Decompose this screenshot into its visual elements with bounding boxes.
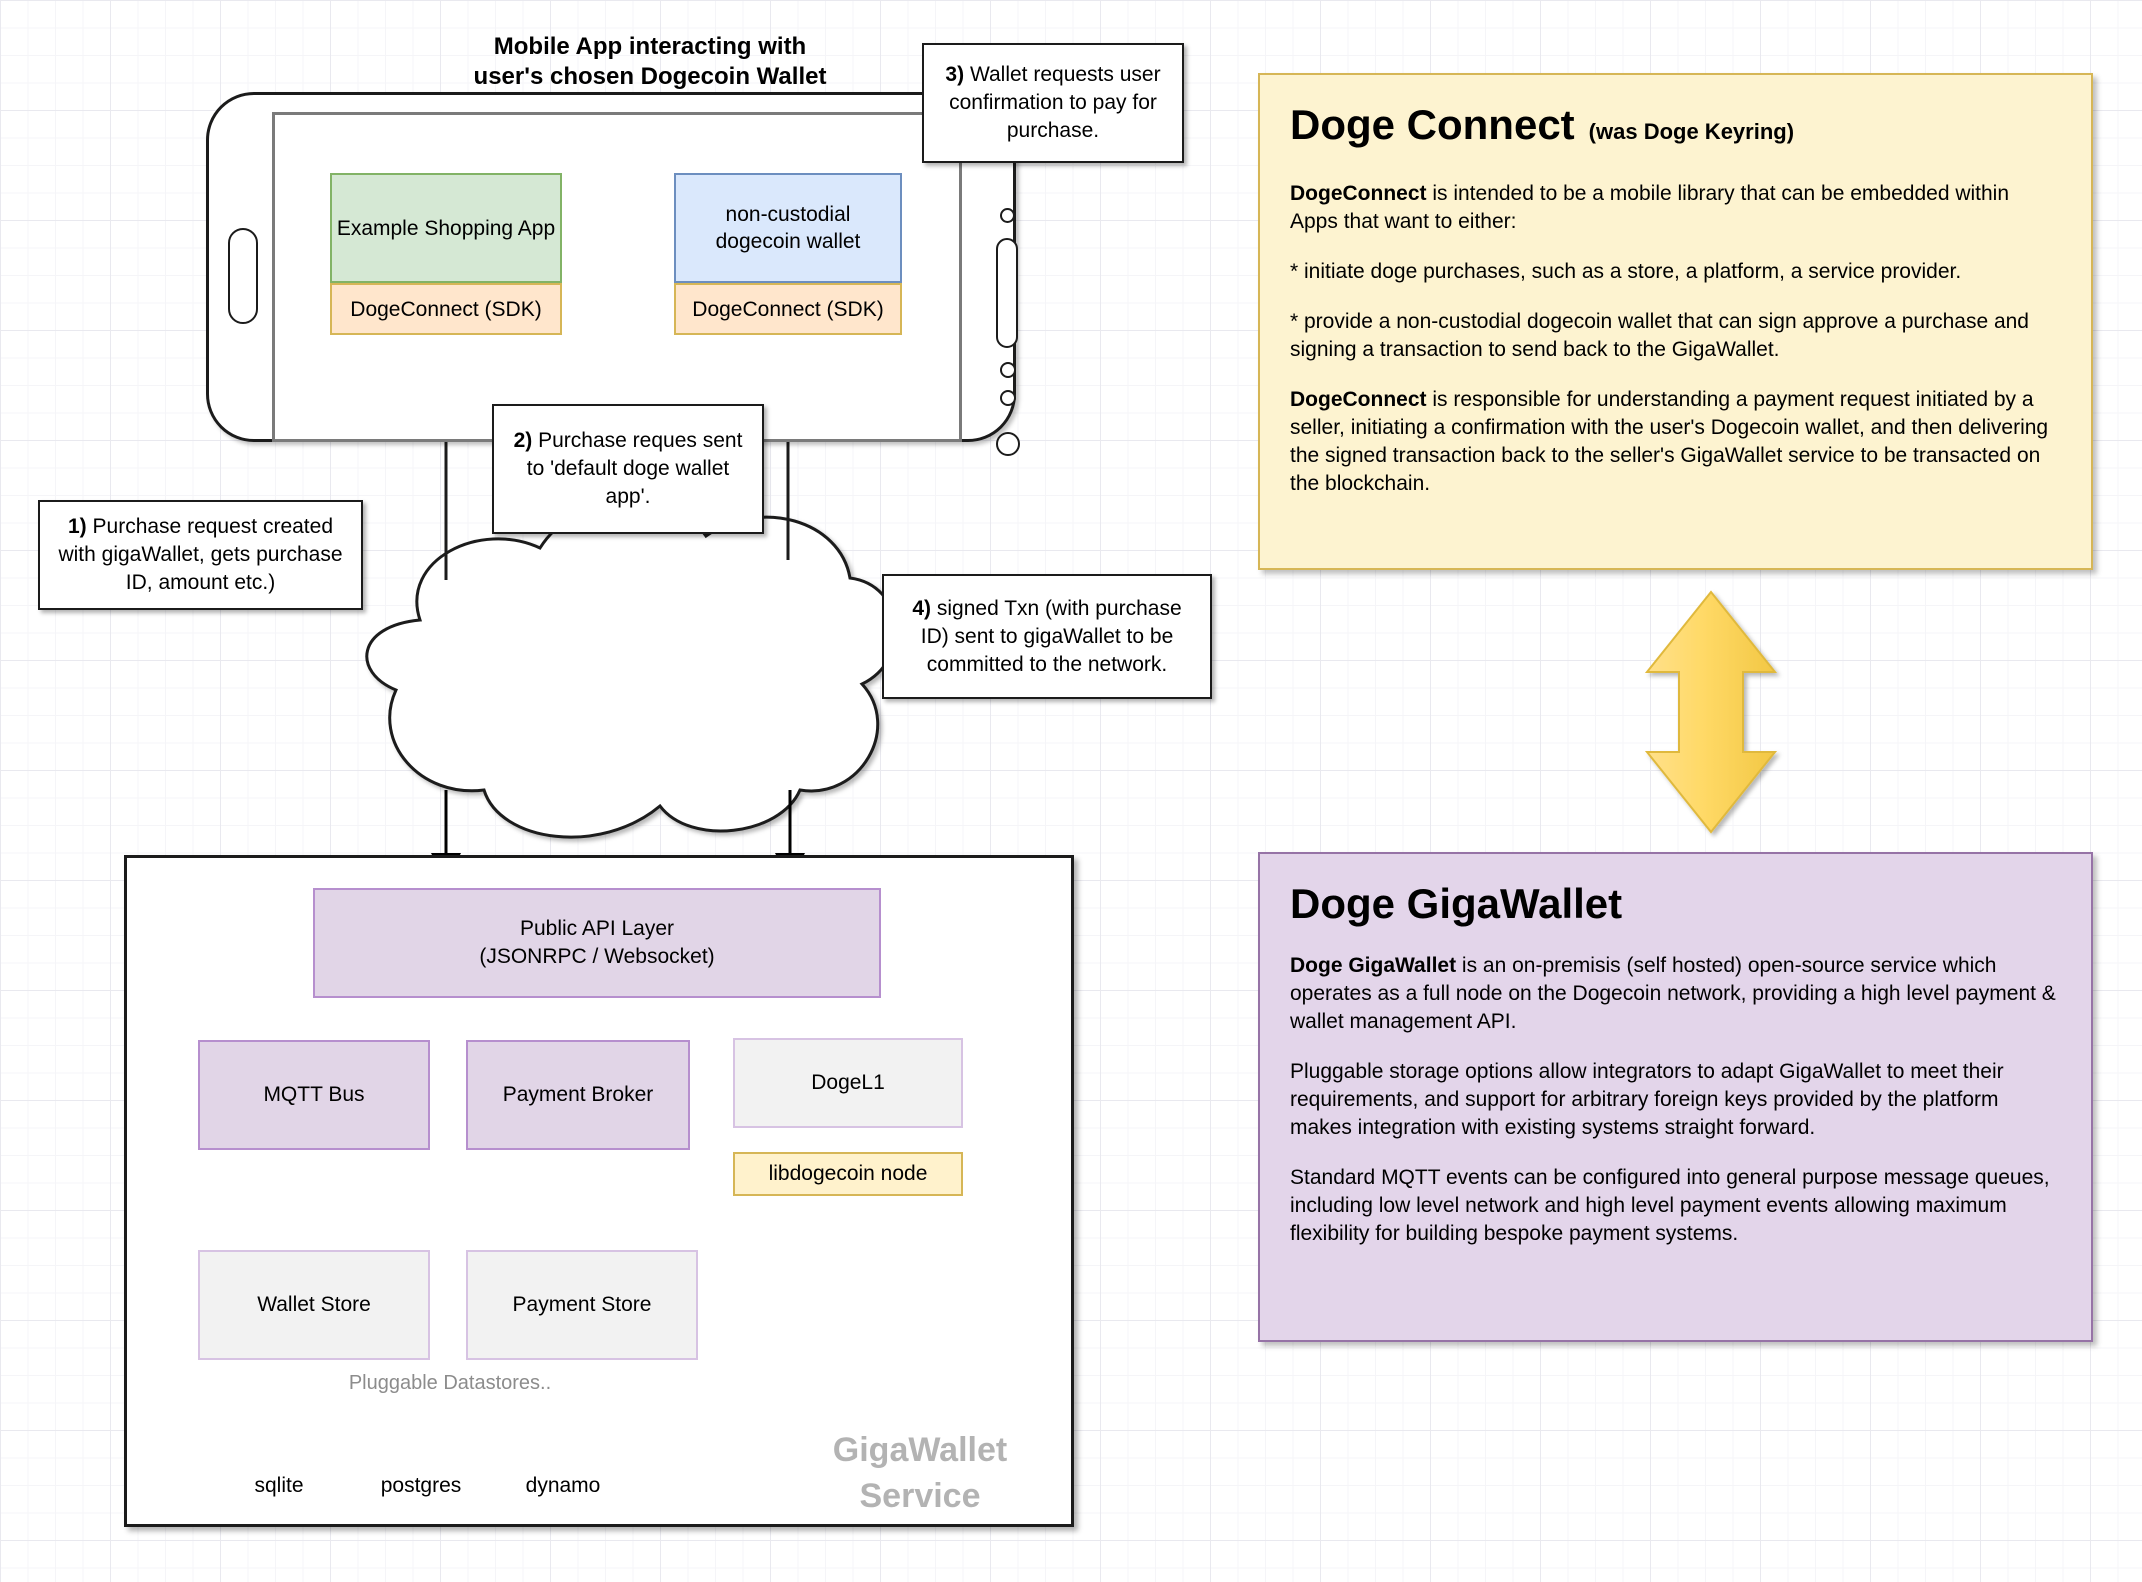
pluggable-datastores-text: Pluggable Datastores.. xyxy=(348,1371,552,1394)
datastore-postgres-label: postgres xyxy=(380,1474,462,1497)
wallet-sdk-box[interactable]: DogeConnect (SDK) xyxy=(674,283,902,335)
mobile-section-title: Mobile App interacting with user's chose… xyxy=(420,32,880,92)
libdogecoin-node-box[interactable]: libdogecoin node xyxy=(733,1152,963,1196)
callout-1-text: Purchase request created with gigaWallet… xyxy=(58,515,343,594)
mobile-title-line1: Mobile App interacting with xyxy=(493,33,807,60)
callout-4-text: signed Txn (with purchase ID) sent to gi… xyxy=(920,596,1182,676)
callout-4-number: 4) xyxy=(912,596,932,620)
callout-step-3: 3) Wallet requests user confirmation to … xyxy=(922,43,1184,163)
public-api-layer-box[interactable]: Public API Layer (JSONRPC / Websocket) xyxy=(313,888,881,998)
payment-store-box[interactable]: Payment Store xyxy=(466,1250,698,1360)
pluggable-datastores-label: Pluggable Datastores.. xyxy=(330,1368,570,1398)
doge-connect-p4-bold: DogeConnect xyxy=(1290,388,1427,411)
internet-cloud-shape xyxy=(365,499,898,839)
gigawallet-title: Doge GigaWallet xyxy=(1290,880,1623,927)
diagram-canvas: Mobile App interacting with user's chose… xyxy=(0,0,2142,1582)
wallet-label-line1: non-custodial xyxy=(725,203,851,226)
gigawallet-paragraph-2: Pluggable storage options allow integrat… xyxy=(1290,1060,2004,1139)
mqtt-bus-box[interactable]: MQTT Bus xyxy=(198,1040,430,1150)
example-shopping-app-box[interactable]: Example Shopping App xyxy=(330,173,562,283)
example-shopping-app-label: Example Shopping App xyxy=(336,216,556,240)
libdogecoin-node-label: libdogecoin node xyxy=(768,1162,928,1185)
doge-connect-p1-bold: DogeConnect xyxy=(1290,182,1427,205)
doge-connect-panel: Doge Connect (was Doge Keyring) DogeConne… xyxy=(1258,73,2093,570)
mobile-title-line2: user's chosen Dogecoin Wallet xyxy=(473,63,827,90)
doge-gigawallet-panel: Doge GigaWallet Doge GigaWallet is an on… xyxy=(1258,852,2093,1342)
callout-step-2: 2) Purchase reques sent to 'default doge… xyxy=(492,404,764,534)
watermark-line1: GigaWallet xyxy=(832,1431,1008,1469)
phone-side-button[interactable] xyxy=(228,228,258,324)
bidirectional-arrow-shape xyxy=(1644,590,1778,834)
phone-sensor-dot-icon xyxy=(1000,362,1016,378)
wallet-label-line2: dogecoin wallet xyxy=(715,230,861,253)
phone-camera-icon xyxy=(996,432,1020,456)
gigawallet-paragraph-1: Doge GigaWallet is an on-premisis (self … xyxy=(1290,952,2061,1036)
mqtt-bus-label: MQTT Bus xyxy=(263,1083,365,1106)
callout-2-number: 2) xyxy=(513,429,533,452)
doge-connect-paragraph-4: DogeConnect is responsible for understan… xyxy=(1290,386,2061,498)
api-layer-line1: Public API Layer xyxy=(519,917,675,940)
watermark-line2: Service xyxy=(859,1477,981,1515)
wallet-sdk-label: DogeConnect (SDK) xyxy=(692,297,884,321)
doge-connect-title: Doge Connect (was Doge Keyring) xyxy=(1290,101,2061,156)
doge-connect-paragraph-1: DogeConnect is intended to be a mobile l… xyxy=(1290,180,2061,236)
shopping-app-sdk-label: DogeConnect (SDK) xyxy=(350,297,542,321)
phone-sensor-dot-icon xyxy=(1000,208,1015,223)
non-custodial-wallet-box[interactable]: non-custodial dogecoin wallet xyxy=(674,173,902,283)
doge-connect-title-text: Doge Connect xyxy=(1290,101,1575,148)
callout-3-text: Wallet requests user confirmation to pay… xyxy=(949,63,1161,142)
callout-step-1: 1) Purchase request created with gigaWal… xyxy=(38,500,363,610)
wallet-store-label: Wallet Store xyxy=(257,1293,371,1316)
gigawallet-service-watermark: GigaWallet Service xyxy=(800,1418,1040,1528)
gigawallet-p1-bold: Doge GigaWallet xyxy=(1290,954,1457,977)
payment-broker-box[interactable]: Payment Broker xyxy=(466,1040,690,1150)
dogel1-label: DogeL1 xyxy=(811,1071,885,1094)
payment-broker-label: Payment Broker xyxy=(502,1083,654,1106)
doge-connect-paragraph-3: * provide a non-custodial dogecoin walle… xyxy=(1290,310,2029,361)
wallet-store-box[interactable]: Wallet Store xyxy=(198,1250,430,1360)
callout-2-text: Purchase reques sent to 'default doge wa… xyxy=(526,429,743,508)
payment-store-label: Payment Store xyxy=(512,1293,652,1316)
callout-1-number: 1) xyxy=(68,515,87,538)
phone-sensor-dot-icon xyxy=(1000,390,1016,406)
datastore-sqlite-label: sqlite xyxy=(254,1474,304,1497)
datastore-dynamo-label: dynamo xyxy=(525,1474,601,1497)
doge-connect-subtitle: (was Doge Keyring) xyxy=(1588,119,1795,144)
api-layer-line2: (JSONRPC / Websocket) xyxy=(479,945,715,968)
phone-speaker-icon xyxy=(996,238,1018,348)
callout-step-4: 4) signed Txn (with purchase ID) sent to… xyxy=(882,574,1212,699)
gigawallet-paragraph-3: Standard MQTT events can be configured i… xyxy=(1290,1166,2050,1245)
callout-3-number: 3) xyxy=(945,63,965,86)
dogel1-box[interactable]: DogeL1 xyxy=(733,1038,963,1128)
shopping-app-sdk-box[interactable]: DogeConnect (SDK) xyxy=(330,283,562,335)
doge-connect-paragraph-2: * initiate doge purchases, such as a sto… xyxy=(1290,260,1962,283)
